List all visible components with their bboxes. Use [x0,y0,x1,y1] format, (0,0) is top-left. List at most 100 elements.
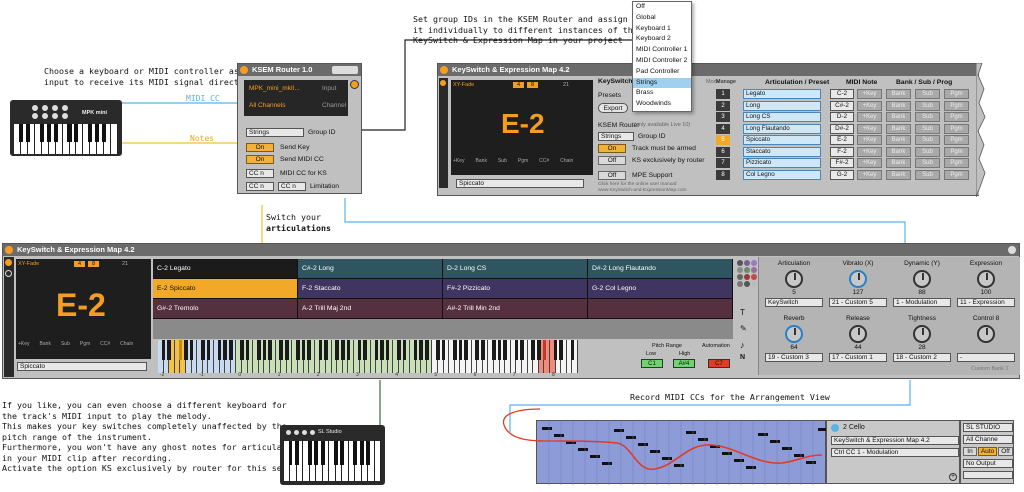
color-swatch[interactable] [751,281,757,287]
black-key[interactable] [262,340,267,360]
articulation-name[interactable]: Legato [743,89,821,99]
row-pgm-button[interactable]: Pgm [944,112,969,122]
black-key[interactable] [307,340,311,360]
black-key[interactable] [74,124,79,142]
midi-note[interactable]: F#-2 [830,158,854,168]
black-key[interactable] [537,340,541,360]
arrangement-clip[interactable] [536,420,828,485]
menu-item[interactable]: Brass [633,88,691,99]
black-key[interactable] [88,124,93,142]
row-key-button[interactable]: +Key [857,158,882,168]
input-device-select[interactable]: SL STUDIO [963,423,1013,432]
row-number[interactable]: 8 [716,169,730,180]
edit-icon[interactable]: ✎ [740,324,747,333]
midi-note[interactable]: E-2 [830,135,854,145]
black-key[interactable] [307,441,312,465]
black-key[interactable] [458,340,463,360]
black-key[interactable] [497,340,502,360]
black-key[interactable] [268,340,272,360]
menu-item[interactable]: MIDI Controller 2 [633,56,691,67]
articulation-cell[interactable]: A-2 Trill Maj 2nd [298,299,443,319]
output-select[interactable]: No Output [963,459,1013,468]
color-swatch[interactable] [737,274,743,280]
articulation-name[interactable]: Spiccato [743,135,821,145]
black-key[interactable] [520,340,524,360]
row-key-button[interactable]: +Key [857,89,882,99]
row-number[interactable]: 7 [716,158,730,168]
slot-a[interactable]: 4 [513,82,525,88]
articulation-name[interactable]: Long Flautando [743,123,821,134]
black-key[interactable] [95,124,100,142]
row-bank-button[interactable]: Bank [886,89,911,99]
macro-knob[interactable] [913,270,931,288]
macro-knob[interactable] [977,270,995,288]
output-channel-select[interactable] [963,471,1013,479]
menu-item[interactable]: Global [633,13,691,24]
row-bank-button[interactable]: Bank [886,158,911,168]
black-key[interactable] [320,441,325,465]
add-lane-icon[interactable]: + [949,473,957,481]
manual-hint[interactable]: Click here for the online user manual: w… [598,182,710,193]
monitor-off-button[interactable]: Off [998,447,1013,456]
articulation-name[interactable]: Long [743,100,821,111]
piano-keyboard[interactable] [158,340,578,373]
device-power-icon[interactable] [240,66,248,74]
row-sub-button[interactable]: Sub [915,135,940,145]
row-pgm-button[interactable]: Pgm [944,169,969,180]
black-key[interactable] [402,340,407,360]
articulation-cell[interactable]: A#-2 Trill Min 2nd [443,299,588,319]
color-swatch[interactable] [744,267,750,273]
color-swatch[interactable] [744,274,750,280]
midi-note[interactable]: C#-2 [830,100,854,111]
row-sub-button[interactable]: Sub [915,158,940,168]
black-key[interactable] [318,340,323,360]
black-key[interactable] [161,340,166,360]
row-pgm-button[interactable]: Pgm [944,146,969,157]
black-key[interactable] [257,340,261,360]
row-sub-button[interactable]: Sub [915,112,940,122]
table-row[interactable]: 8 Col Legno G-2 +Key Bank Sub Pgm [716,169,980,181]
slot-a[interactable]: 4 [74,261,86,267]
black-key[interactable] [542,340,547,360]
articulation-name[interactable]: Pizzicato [743,158,821,168]
macro-knob[interactable] [977,325,995,343]
black-key[interactable] [53,124,58,142]
device-power-icon[interactable] [440,66,448,74]
black-key[interactable] [366,441,370,465]
articulation-cell[interactable]: C#-2 Long [298,259,443,279]
macro-knob[interactable] [913,325,931,343]
black-key[interactable] [335,340,339,360]
row-bank-button[interactable]: Bank [886,135,911,145]
midi-note[interactable]: D-2 [830,112,854,122]
row-sub-button[interactable]: Sub [915,100,940,111]
slot-b[interactable]: 8 [88,261,100,267]
row-number[interactable]: 6 [716,146,730,157]
slot-b[interactable]: 8 [527,82,539,88]
articulation-cell[interactable]: C-2 Legato [153,259,298,279]
black-key[interactable] [333,441,338,465]
black-key[interactable] [503,340,507,360]
articulation-cell[interactable]: G-2 Col Legno [588,279,733,299]
table-row[interactable]: 5 Spiccato E-2 +Key Bank Sub Pgm [716,134,980,146]
black-key[interactable] [464,340,468,360]
menu-item[interactable]: Keyboard 2 [633,34,691,45]
black-key[interactable] [46,124,51,142]
black-key[interactable] [25,124,30,142]
color-swatch[interactable] [737,267,743,273]
black-key[interactable] [301,340,306,360]
row-key-button[interactable]: +Key [857,112,882,122]
black-key[interactable] [436,340,440,360]
black-key[interactable] [357,340,362,360]
cc-select[interactable]: 21 - Custom 5 [829,298,887,307]
row-sub-button[interactable]: Sub [915,89,940,99]
macro-knob[interactable] [785,325,803,343]
row-bank-button[interactable]: Bank [886,146,911,157]
cc-select[interactable]: 1 - Modulation [893,298,951,307]
device-select[interactable]: KeySwitch & Expression Map 4.2 [831,436,959,445]
row-sub-button[interactable]: Sub [915,123,940,134]
black-key[interactable] [341,340,345,360]
black-key[interactable] [353,441,358,465]
black-key[interactable] [288,441,293,465]
fold-icon[interactable] [831,424,839,432]
device-menu-icon[interactable] [1008,246,1016,254]
